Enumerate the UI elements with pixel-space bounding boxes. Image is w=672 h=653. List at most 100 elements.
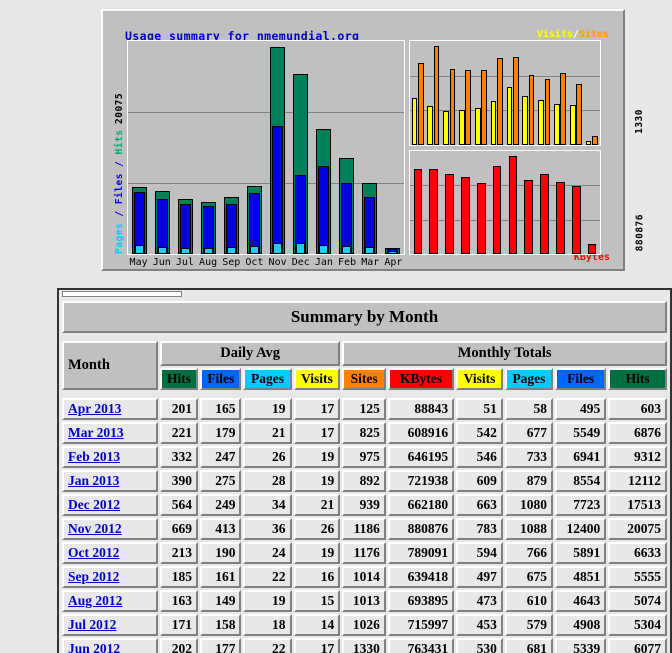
chart-bar-pages	[180, 248, 191, 254]
cell-monthly-totals-kbytes: 662180	[387, 494, 455, 516]
cell-monthly-totals-files: 6941	[555, 446, 607, 468]
chart-bar-kbytes	[461, 176, 470, 254]
cell-daily-avg-visits: 19	[293, 470, 341, 492]
table-row: Feb 2013 332 247 26 19 975 646195 546 733 6941 931…	[62, 446, 667, 468]
cell-monthly-totals-sites: 939	[342, 494, 386, 516]
chart-bar-pages	[364, 247, 375, 254]
cell-monthly-totals-hits: 6876	[608, 422, 667, 444]
month-link[interactable]: Jul 2012	[68, 617, 116, 632]
cell-monthly-totals-hits: 5074	[608, 590, 667, 612]
decorative-bar-top	[62, 291, 182, 297]
month-link[interactable]: Apr 2013	[68, 401, 121, 416]
cell-monthly-totals-files: 7723	[555, 494, 607, 516]
cell-daily-avg-visits: 17	[293, 398, 341, 420]
cell-daily-avg-files: 413	[200, 518, 242, 540]
chart-bar-visits	[459, 109, 465, 145]
cell-daily-avg-pages: 24	[243, 542, 292, 564]
table-spacer	[62, 335, 667, 339]
cell-monthly-totals-sites: 1013	[342, 590, 386, 612]
month-link[interactable]: Oct 2012	[68, 545, 119, 560]
cell-monthly-totals-hits: 5555	[608, 566, 667, 588]
cell-daily-avg-files: 247	[200, 446, 242, 468]
cell-daily-avg-hits: 185	[160, 566, 199, 588]
cell-monthly-totals-files: 5339	[555, 638, 607, 653]
month-link[interactable]: Aug 2012	[68, 593, 122, 608]
cell-monthly-totals-kbytes: 693895	[387, 590, 455, 612]
cell-daily-avg-visits: 26	[293, 518, 341, 540]
month-tick-label: Mar	[361, 257, 380, 268]
right-axis-bottom-max-label: 880876	[634, 214, 645, 252]
chart-bar-files	[340, 182, 352, 254]
month-link[interactable]: Sep 2012	[68, 569, 119, 584]
chart-bar-visits	[569, 104, 576, 145]
month-tick-label: Oct	[245, 257, 264, 268]
cell-daily-avg-pages: 26	[243, 446, 292, 468]
plot-hits-files-pages	[127, 40, 405, 255]
chart-bar-pages	[318, 244, 329, 254]
cell-monthly-totals-pages: 610	[504, 590, 553, 612]
group-header-monthly-totals: Monthly Totals	[342, 341, 667, 366]
chart-bar-kbytes	[508, 156, 518, 254]
column-header-monthly-totals-visits: Visits	[456, 368, 503, 390]
cell-monthly-totals-sites: 1330	[342, 638, 386, 653]
cell-monthly-totals-sites: 975	[342, 446, 386, 468]
cell-monthly-totals-files: 4851	[555, 566, 607, 588]
cell-daily-avg-hits: 332	[160, 446, 199, 468]
cell-monthly-totals-hits: 20075	[608, 518, 667, 540]
chart-bar-pages	[226, 247, 237, 254]
chart-bar-sites	[433, 46, 440, 145]
cell-monthly-totals-sites: 892	[342, 470, 386, 492]
chart-bar-kbytes	[556, 182, 565, 254]
month-cell: Dec 2012	[62, 494, 158, 516]
summary-table: Summary by Month Month Daily Avg Monthly To…	[60, 299, 669, 653]
cell-daily-avg-visits: 16	[293, 566, 341, 588]
month-cell: Mar 2013	[62, 422, 158, 444]
month-link[interactable]: Nov 2012	[68, 521, 122, 536]
chart-bar-kbytes	[445, 174, 454, 254]
cell-daily-avg-hits: 213	[160, 542, 199, 564]
chart-bar-files	[271, 126, 283, 254]
chart-bar-kbytes	[571, 186, 581, 254]
cell-monthly-totals-pages: 1080	[504, 494, 553, 516]
cell-daily-avg-files: 190	[200, 542, 242, 564]
month-link[interactable]: Dec 2012	[68, 497, 120, 512]
chart-bar-kbytes	[492, 166, 502, 254]
month-cell: Feb 2013	[62, 446, 158, 468]
cell-monthly-totals-sites: 125	[342, 398, 386, 420]
month-cell: Jul 2012	[62, 614, 158, 636]
table-row: Oct 2012 213 190 24 19 1176 789091 594 766 5891 66…	[62, 542, 667, 564]
cell-monthly-totals-visits: 783	[456, 518, 503, 540]
cell-monthly-totals-sites: 1014	[342, 566, 386, 588]
chart-bar-sites	[544, 78, 551, 145]
cell-monthly-totals-hits: 6077	[608, 638, 667, 653]
cell-monthly-totals-kbytes: 721938	[387, 470, 455, 492]
cell-monthly-totals-pages: 733	[504, 446, 553, 468]
month-cell: Nov 2012	[62, 518, 158, 540]
month-cell: Apr 2013	[62, 398, 158, 420]
cell-monthly-totals-kbytes: 763431	[387, 638, 455, 653]
column-header-daily-avg-pages: Pages	[243, 368, 292, 390]
month-tick-label: Jul	[175, 257, 194, 268]
cell-monthly-totals-files: 4908	[555, 614, 607, 636]
month-cell: Jan 2013	[62, 470, 158, 492]
cell-daily-avg-visits: 19	[293, 542, 341, 564]
cell-daily-avg-visits: 21	[293, 494, 341, 516]
chart-bar-pages	[134, 245, 145, 254]
month-tick-label: Apr	[384, 257, 403, 268]
month-tick-label: Dec	[291, 257, 310, 268]
cell-monthly-totals-hits: 17513	[608, 494, 667, 516]
cell-daily-avg-files: 161	[200, 566, 242, 588]
chart-bar-files	[248, 193, 260, 254]
right-axis-top-max-label: 1330	[634, 109, 645, 134]
month-link[interactable]: Feb 2013	[68, 449, 120, 464]
month-link[interactable]: Mar 2013	[68, 425, 124, 440]
month-tick-label: Jun	[152, 257, 171, 268]
chart-bar-pages	[295, 242, 306, 254]
cell-monthly-totals-hits: 5304	[608, 614, 667, 636]
cell-monthly-totals-kbytes: 646195	[387, 446, 455, 468]
month-link[interactable]: Jan 2013	[68, 473, 119, 488]
table-group-header-row: Month Daily Avg Monthly Totals	[62, 341, 667, 390]
month-link[interactable]: Jun 2012	[68, 641, 120, 653]
month-cell: Sep 2012	[62, 566, 158, 588]
table-row: Nov 2012 669 413 36 26 1186 880876 783 1088 12400…	[62, 518, 667, 540]
